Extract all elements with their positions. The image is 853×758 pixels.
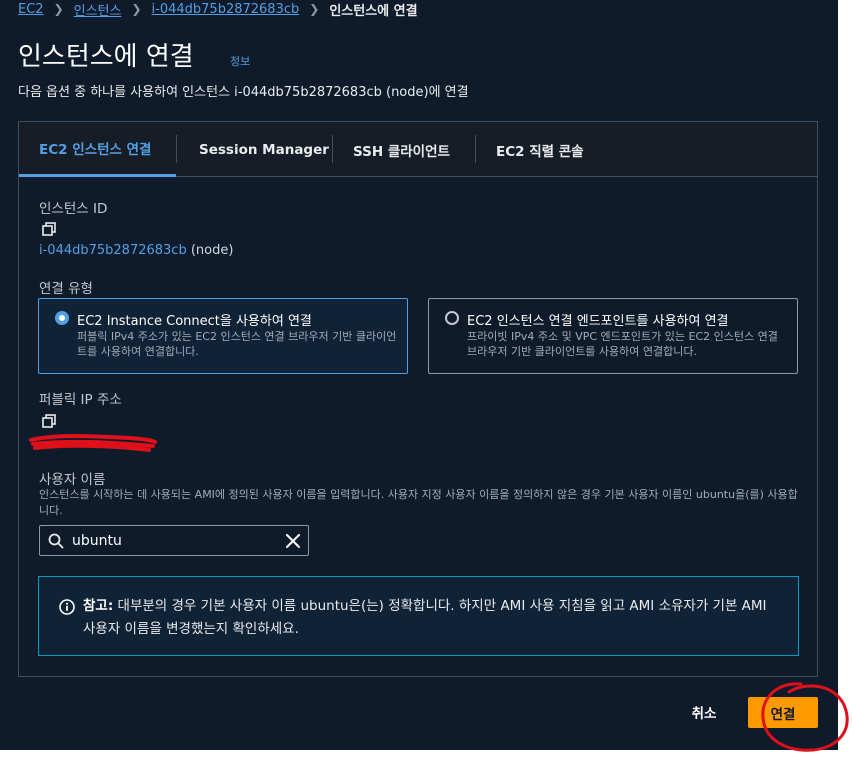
instance-id-label: 인스턴스 ID [39, 201, 108, 217]
tab-list: EC2 인스턴스 연결 Session Manager SSH 클라이언트 EC… [19, 122, 817, 177]
tab-ssh-client[interactable]: SSH 클라이언트 [333, 122, 475, 177]
connect-instance-page: EC2 ❯ 인스턴스 ❯ i-044db75b2872683cb ❯ 인스턴스에… [0, 0, 838, 750]
breadcrumb-ec2[interactable]: EC2 [18, 2, 44, 17]
option-title: EC2 인스턴스 연결 엔드포인트를 사용하여 연결 [467, 314, 729, 329]
username-input[interactable] [72, 526, 272, 555]
info-link[interactable]: 정보 [230, 53, 250, 69]
connection-type-label: 연결 유형 [39, 281, 93, 297]
info-alert: 참고: 대부분의 경우 기본 사용자 이름 ubuntu은(는) 정확합니다. … [38, 576, 799, 656]
close-icon[interactable] [286, 534, 300, 548]
copy-icon[interactable] [41, 221, 57, 237]
public-ip-label: 퍼블릭 IP 주소 [39, 392, 122, 408]
tab-session-manager[interactable]: Session Manager [177, 122, 332, 177]
alert-text: 참고: 대부분의 경우 기본 사용자 이름 ubuntu은(는) 정확합니다. … [83, 595, 773, 641]
chevron-right-icon: ❯ [131, 2, 142, 16]
info-icon [59, 599, 75, 615]
page-title: 인스턴스에 연결 [18, 42, 194, 72]
tab-ec2-instance-connect[interactable]: EC2 인스턴스 연결 [19, 122, 176, 177]
search-icon [48, 533, 64, 549]
username-label: 사용자 이름 [39, 472, 106, 488]
redaction-scribble [29, 434, 157, 452]
tab-serial-console[interactable]: EC2 직렬 콘솔 [476, 122, 626, 177]
option-description: 프라이빗 IPv4 주소 및 VPC 엔드포인트가 있는 EC2 인스턴스 연결… [467, 330, 778, 358]
instance-name: (node) [190, 243, 234, 258]
page-description: 다음 옵션 중 하나를 사용하여 인스턴스 i-044db75b2872683c… [18, 85, 469, 100]
copy-icon[interactable] [41, 413, 57, 429]
connect-panel: EC2 인스턴스 연결 Session Manager SSH 클라이언트 EC… [18, 121, 818, 677]
username-input-box[interactable] [39, 525, 309, 556]
chevron-right-icon: ❯ [309, 2, 320, 16]
option-description: 퍼블릭 IPv4 주소가 있는 EC2 인스턴스 연결 브라우저 기반 클라이언… [77, 330, 397, 358]
alert-body: 대부분의 경우 기본 사용자 이름 ubuntu은(는) 정확합니다. 하지만 … [83, 598, 767, 637]
breadcrumb-current: 인스턴스에 연결 [329, 3, 418, 19]
cancel-button[interactable]: 취소 [676, 698, 732, 726]
instance-id-link[interactable]: i-044db75b2872683cb [39, 243, 187, 258]
chevron-right-icon: ❯ [53, 2, 64, 16]
breadcrumb: EC2 ❯ 인스턴스 ❯ i-044db75b2872683cb ❯ 인스턴스에… [18, 0, 418, 19]
username-description: 인스턴스를 시작하는 데 사용되는 AMI에 정의된 사용자 이름을 입력합니다… [39, 488, 798, 517]
option-title: EC2 Instance Connect을 사용하여 연결 [77, 314, 312, 329]
radio-unselected[interactable] [445, 311, 459, 325]
connection-option-instance-connect[interactable]: EC2 Instance Connect을 사용하여 연결 퍼블릭 IPv4 주… [38, 298, 408, 374]
connect-button[interactable]: 연결 [748, 697, 818, 728]
connection-option-endpoint[interactable]: EC2 인스턴스 연결 엔드포인트를 사용하여 연결 프라이빗 IPv4 주소 … [428, 298, 798, 374]
alert-prefix: 참고: [83, 598, 114, 614]
breadcrumb-instances[interactable]: 인스턴스 [74, 0, 122, 19]
instance-id-value: i-044db75b2872683cb (node) [39, 243, 233, 258]
breadcrumb-instance-id[interactable]: i-044db75b2872683cb [152, 2, 300, 17]
radio-selected[interactable] [55, 311, 69, 325]
